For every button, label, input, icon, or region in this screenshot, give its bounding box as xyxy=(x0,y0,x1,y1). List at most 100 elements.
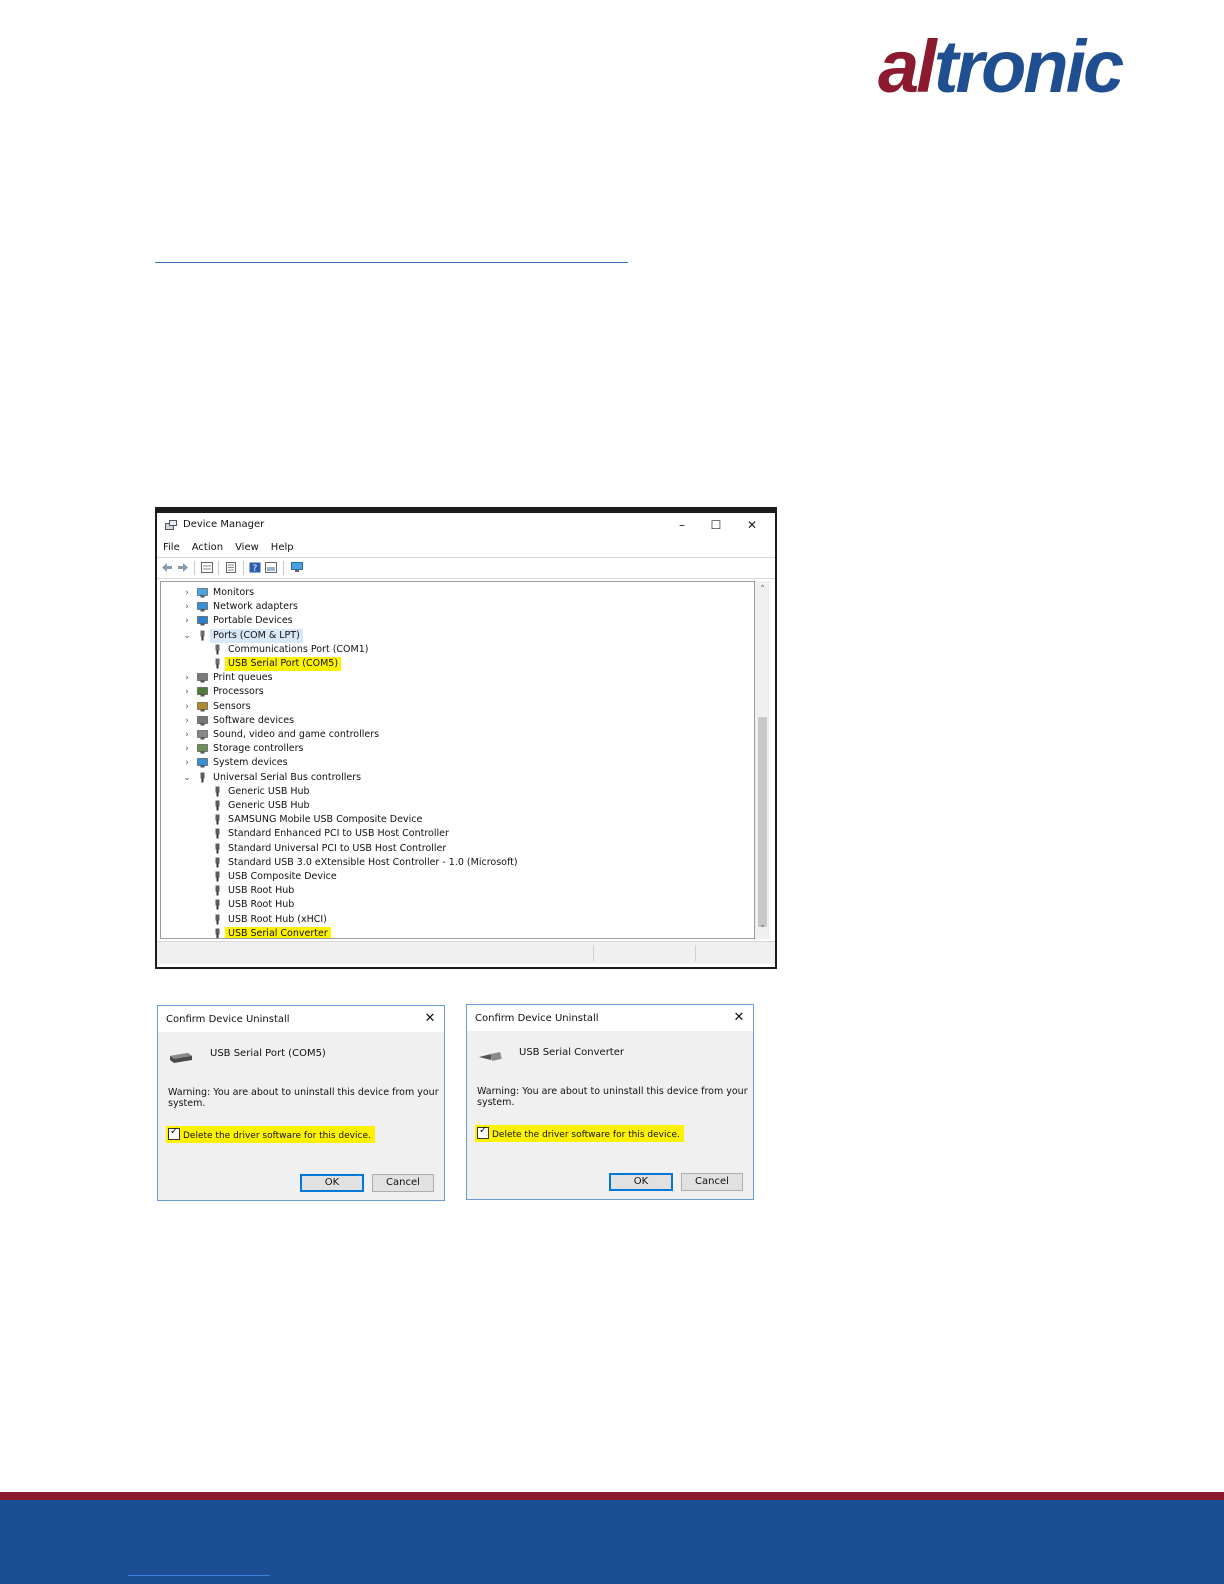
tree-item-label: Universal Serial Bus controllers xyxy=(213,771,362,783)
collapse-chevron-icon[interactable]: ⌄ xyxy=(183,771,191,785)
tree-item[interactable]: Standard USB 3.0 eXtensible Host Control… xyxy=(161,856,754,870)
close-icon[interactable]: ✕ xyxy=(731,1010,747,1026)
minimize-button[interactable]: – xyxy=(665,515,699,535)
expand-chevron-icon[interactable]: › xyxy=(183,756,191,770)
checkbox-label: Delete the driver software for this devi… xyxy=(492,1130,680,1140)
usb-icon xyxy=(215,885,220,896)
tree-item[interactable]: USB Root Hub xyxy=(161,884,754,898)
dialog-title: Confirm Device Uninstall xyxy=(166,1014,290,1025)
cancel-button[interactable]: Cancel xyxy=(372,1174,434,1192)
tree-item-label: Storage controllers xyxy=(213,743,304,755)
tree-item-label: USB Serial Port (COM5) xyxy=(225,657,342,671)
delete-driver-checkbox-row[interactable]: ✓ Delete the driver software for this dev… xyxy=(166,1126,375,1143)
forward-arrow-icon[interactable] xyxy=(177,562,189,573)
tree-item-label: USB Serial Converter xyxy=(225,926,331,938)
scroll-down-icon[interactable]: ˅ xyxy=(755,923,770,937)
expand-chevron-icon[interactable]: › xyxy=(183,614,191,628)
checkmark-icon: ✓ xyxy=(170,1126,179,1137)
tree-item[interactable]: Generic USB Hub xyxy=(161,785,754,799)
underline-rule xyxy=(155,262,628,263)
scan-hardware-icon[interactable] xyxy=(291,562,303,573)
menu-help[interactable]: Help xyxy=(265,539,300,553)
expand-chevron-icon[interactable]: › xyxy=(183,671,191,685)
tree-item[interactable]: › System devices xyxy=(161,756,754,770)
menu-bar: File Action View Help xyxy=(157,539,775,557)
tree-item[interactable]: › Sound, video and game controllers xyxy=(161,728,754,742)
scroll-thumb[interactable] xyxy=(758,717,767,927)
tree-item[interactable]: USB Root Hub xyxy=(161,898,754,912)
tree-item[interactable]: › Monitors xyxy=(161,586,754,600)
tree-item[interactable]: › Storage controllers xyxy=(161,742,754,756)
collapse-chevron-icon[interactable]: ⌄ xyxy=(183,629,191,643)
expand-chevron-icon[interactable]: › xyxy=(183,742,191,756)
tree-item[interactable]: USB Serial Converter xyxy=(161,926,754,938)
back-arrow-icon[interactable] xyxy=(161,562,173,573)
tree-item[interactable]: › Processors xyxy=(161,685,754,699)
ok-button[interactable]: OK xyxy=(300,1174,364,1192)
menu-view[interactable]: View xyxy=(229,539,265,553)
tree-item[interactable]: Standard Enhanced PCI to USB Host Contro… xyxy=(161,827,754,841)
altronic-logo: altronic xyxy=(878,30,1124,104)
device-manager-window: Device Manager – ☐ ✕ File Action View Help … xyxy=(155,507,777,969)
usb-icon xyxy=(215,857,220,868)
properties-icon[interactable] xyxy=(225,562,237,573)
tree-item-label: Sound, video and game controllers xyxy=(213,729,380,740)
tree-item-label: Monitors xyxy=(213,587,255,598)
close-icon[interactable]: ✕ xyxy=(422,1011,438,1027)
tree-item[interactable]: USB Composite Device xyxy=(161,870,754,884)
storage-icon xyxy=(197,744,208,754)
status-divider xyxy=(593,945,594,961)
tree-item-label: Standard USB 3.0 eXtensible Host Control… xyxy=(228,856,518,868)
tree-item[interactable]: SAMSUNG Mobile USB Composite Device xyxy=(161,813,754,827)
footer-red-band xyxy=(0,1492,1224,1500)
tree-item[interactable]: USB Serial Port (COM5) xyxy=(161,657,754,671)
port-icon xyxy=(200,630,205,641)
tree-item[interactable]: › Software devices xyxy=(161,714,754,728)
ok-button[interactable]: OK xyxy=(609,1173,673,1191)
tree-item-label: System devices xyxy=(213,757,288,769)
delete-driver-checkbox[interactable]: ✓ xyxy=(477,1125,489,1139)
tree-item[interactable]: › Portable Devices xyxy=(161,614,754,628)
maximize-button[interactable]: ☐ xyxy=(699,515,733,535)
tree-item[interactable]: ⌄ Ports (COM & LPT) xyxy=(161,628,754,643)
delete-driver-checkbox-row[interactable]: ✓ Delete the driver software for this dev… xyxy=(475,1125,684,1142)
system-device-icon xyxy=(197,758,208,768)
logo-part-tronic: tronic xyxy=(933,25,1125,108)
menu-file[interactable]: File xyxy=(157,539,186,553)
expand-chevron-icon[interactable]: › xyxy=(183,700,191,714)
menu-action[interactable]: Action xyxy=(186,539,229,553)
usb-icon xyxy=(215,828,220,839)
update-driver-icon[interactable] xyxy=(265,562,277,573)
cancel-button[interactable]: Cancel xyxy=(681,1173,743,1191)
tree-item-label: USB Composite Device xyxy=(228,871,337,882)
tree-item-label: USB Root Hub xyxy=(228,899,295,911)
tree-item[interactable]: ⌄ Universal Serial Bus controllers xyxy=(161,771,754,785)
expand-chevron-icon[interactable]: › xyxy=(183,685,191,699)
tree-item[interactable]: › Sensors xyxy=(161,700,754,714)
footer-link-underline[interactable] xyxy=(128,1575,270,1576)
expand-chevron-icon[interactable]: › xyxy=(183,714,191,728)
tree-item[interactable]: Standard Universal PCI to USB Host Contr… xyxy=(161,842,754,856)
tree-item-label: Standard Enhanced PCI to USB Host Contro… xyxy=(228,828,449,840)
checkmark-icon: ✓ xyxy=(479,1125,488,1136)
serial-port-icon xyxy=(170,1053,192,1063)
usb-icon xyxy=(215,928,220,938)
show-hide-tree-icon[interactable] xyxy=(201,562,213,573)
vertical-scrollbar[interactable]: ˄ ˅ xyxy=(755,581,770,939)
help-icon[interactable]: ? xyxy=(249,562,261,573)
tree-item[interactable]: › Print queues xyxy=(161,671,754,685)
delete-driver-checkbox[interactable]: ✓ xyxy=(168,1126,180,1140)
tree-item[interactable]: Generic USB Hub xyxy=(161,799,754,813)
tree-item[interactable]: › Network adapters xyxy=(161,600,754,614)
device-name: USB Serial Converter xyxy=(519,1047,624,1058)
speaker-icon xyxy=(197,730,208,740)
tree-item[interactable]: Communications Port (COM1) xyxy=(161,643,754,657)
expand-chevron-icon[interactable]: › xyxy=(183,728,191,742)
tree-item[interactable]: USB Root Hub (xHCI) xyxy=(161,913,754,927)
scroll-up-icon[interactable]: ˄ xyxy=(755,583,770,597)
dialog-title: Confirm Device Uninstall xyxy=(475,1013,599,1024)
close-button[interactable]: ✕ xyxy=(735,515,769,535)
device-tree[interactable]: › Monitors › Network adapters › Portable Devi… xyxy=(160,581,755,939)
expand-chevron-icon[interactable]: › xyxy=(183,600,191,614)
expand-chevron-icon[interactable]: › xyxy=(183,586,191,600)
